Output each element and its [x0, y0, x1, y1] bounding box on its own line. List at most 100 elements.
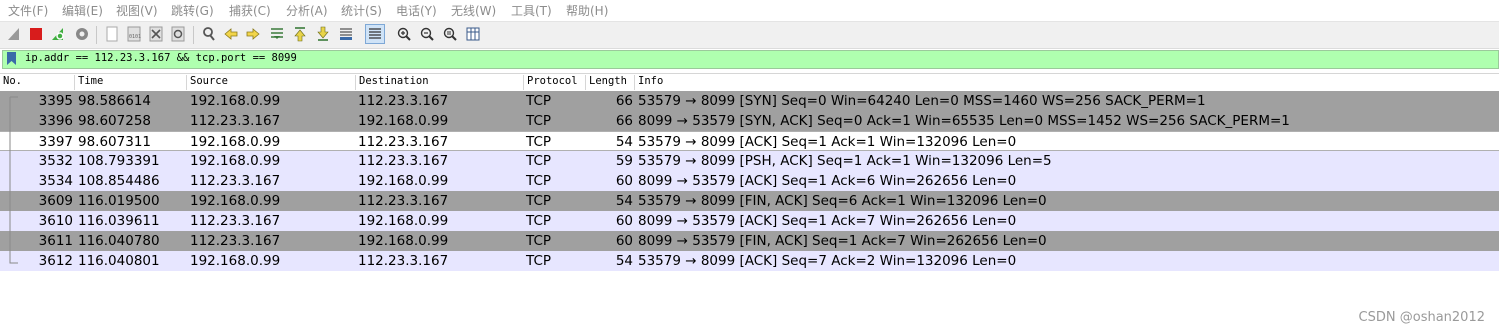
- packet-length: 66: [615, 113, 633, 129]
- packet-time: 116.019500: [78, 193, 160, 209]
- save-file-icon[interactable]: 0101: [125, 25, 143, 43]
- menu-capture[interactable]: 捕获(C): [229, 2, 271, 19]
- toolbar-separator: [96, 26, 97, 44]
- packet-source: 112.23.3.167: [190, 213, 281, 229]
- menu-tools[interactable]: 工具(T): [511, 2, 552, 19]
- column-protocol[interactable]: Protocol: [524, 75, 586, 90]
- column-no[interactable]: No.: [0, 75, 75, 90]
- forward-arrow-icon[interactable]: [244, 25, 262, 43]
- packet-time: 108.793391: [78, 153, 160, 169]
- menu-telephony[interactable]: 电话(Y): [396, 2, 437, 19]
- packet-list-header: No. Time Source Destination Protocol Len…: [0, 73, 1499, 92]
- watermark: CSDN @oshan2012: [1358, 310, 1485, 325]
- packet-row[interactable]: 3610 116.039611 112.23.3.167 192.168.0.99 TC…: [0, 211, 1499, 231]
- svg-text:0101: 0101: [129, 34, 141, 40]
- packet-destination: 112.23.3.167: [358, 153, 449, 169]
- packet-length: 54: [615, 253, 633, 269]
- reload-icon[interactable]: [169, 25, 187, 43]
- packet-source: 192.168.0.99: [190, 93, 281, 109]
- packet-time: 98.607258: [78, 113, 152, 129]
- last-packet-icon[interactable]: [314, 25, 332, 43]
- packet-length: 60: [615, 173, 633, 189]
- conversation-tree-icon: [9, 96, 18, 264]
- packet-time: 98.607311: [78, 134, 152, 150]
- packet-protocol: TCP: [526, 253, 552, 269]
- packet-protocol: TCP: [526, 93, 552, 109]
- packet-info: 53579 → 8099 [SYN] Seq=0 Win=64240 Len=0…: [638, 93, 1206, 109]
- stop-square-icon[interactable]: [27, 25, 45, 43]
- packet-destination: 112.23.3.167: [358, 193, 449, 209]
- packet-protocol: TCP: [526, 153, 552, 169]
- packet-protocol: TCP: [526, 173, 552, 189]
- column-destination[interactable]: Destination: [356, 75, 524, 90]
- packet-length: 60: [615, 213, 633, 229]
- packet-length: 60: [615, 233, 633, 249]
- menu-edit[interactable]: 编辑(E): [62, 2, 103, 19]
- packet-destination: 192.168.0.99: [358, 213, 449, 229]
- menu-wireless[interactable]: 无线(W): [451, 2, 496, 19]
- packet-source: 192.168.0.99: [190, 193, 281, 209]
- packet-destination: 112.23.3.167: [358, 253, 449, 269]
- colorize-icon[interactable]: [365, 24, 385, 44]
- packet-row[interactable]: 3611 116.040780 112.23.3.167 192.168.0.99 TC…: [0, 231, 1499, 251]
- packet-row[interactable]: 3612 116.040801 192.168.0.99 112.23.3.167 TC…: [0, 251, 1499, 271]
- packet-row[interactable]: 3397 98.607311 192.168.0.99 112.23.3.167 TCP…: [0, 131, 1499, 151]
- normal-size-icon[interactable]: [441, 25, 459, 43]
- main-toolbar: 0101: [0, 21, 1499, 49]
- column-length[interactable]: Length: [586, 75, 635, 90]
- close-file-icon[interactable]: [147, 25, 165, 43]
- packet-row[interactable]: 3395 98.586614 192.168.0.99 112.23.3.167 TCP…: [0, 91, 1499, 111]
- column-source[interactable]: Source: [187, 75, 356, 90]
- zoom-out-icon[interactable]: [418, 25, 436, 43]
- display-filter-input[interactable]: ip.addr == 112.23.3.167 && tcp.port == 8…: [25, 52, 297, 64]
- packet-info: 53579 → 8099 [FIN, ACK] Seq=6 Ack=1 Win=…: [638, 193, 1047, 209]
- packet-length: 59: [615, 153, 633, 169]
- packet-row[interactable]: 3534 108.854486 112.23.3.167 192.168.0.99 TC…: [0, 171, 1499, 191]
- autoscroll-icon[interactable]: [337, 25, 355, 43]
- bookmark-icon[interactable]: [7, 52, 16, 65]
- packet-info: 53579 → 8099 [ACK] Seq=1 Ack=1 Win=13209…: [638, 134, 1017, 150]
- packet-time: 116.040780: [78, 233, 160, 249]
- packet-time: 116.039611: [78, 213, 160, 229]
- packet-source: 192.168.0.99: [190, 253, 281, 269]
- packet-info: 8099 → 53579 [ACK] Seq=1 Ack=7 Win=26265…: [638, 213, 1017, 229]
- packet-protocol: TCP: [526, 213, 552, 229]
- back-arrow-icon[interactable]: [222, 25, 240, 43]
- menu-view[interactable]: 视图(V): [116, 2, 158, 19]
- packet-source: 192.168.0.99: [190, 134, 281, 150]
- packet-length: 66: [615, 93, 633, 109]
- zoom-in-icon[interactable]: [395, 25, 413, 43]
- packet-time: 116.040801: [78, 253, 160, 269]
- packet-protocol: TCP: [526, 193, 552, 209]
- packet-info: 8099 → 53579 [FIN, ACK] Seq=1 Ack=7 Win=…: [638, 233, 1047, 249]
- packet-info: 8099 → 53579 [ACK] Seq=1 Ack=6 Win=26265…: [638, 173, 1017, 189]
- packet-destination: 192.168.0.99: [358, 173, 449, 189]
- display-filter-bar[interactable]: ip.addr == 112.23.3.167 && tcp.port == 8…: [2, 50, 1499, 69]
- packet-row[interactable]: 3532 108.793391 192.168.0.99 112.23.3.167 TC…: [0, 151, 1499, 171]
- menu-statistics[interactable]: 统计(S): [341, 2, 382, 19]
- menu-bar: 文件(F) 编辑(E) 视图(V) 跳转(G) 捕获(C) 分析(A) 统计(S…: [0, 0, 1499, 20]
- packet-row[interactable]: 3396 98.607258 112.23.3.167 192.168.0.99 TCP…: [0, 111, 1499, 131]
- go-to-packet-icon[interactable]: [268, 25, 286, 43]
- packet-length: 54: [615, 134, 633, 150]
- toolbar-separator: [193, 26, 194, 44]
- capture-options-gear-icon[interactable]: [73, 25, 91, 43]
- column-time[interactable]: Time: [75, 75, 187, 90]
- menu-analyze[interactable]: 分析(A): [286, 2, 328, 19]
- first-packet-icon[interactable]: [291, 25, 309, 43]
- packet-source: 112.23.3.167: [190, 173, 281, 189]
- shark-fin-start-icon[interactable]: [5, 25, 23, 43]
- packet-row[interactable]: 3609 116.019500 192.168.0.99 112.23.3.167 TC…: [0, 191, 1499, 211]
- column-info[interactable]: Info: [635, 75, 1499, 90]
- packet-destination: 192.168.0.99: [358, 233, 449, 249]
- open-file-icon[interactable]: [103, 25, 121, 43]
- menu-go[interactable]: 跳转(G): [171, 2, 214, 19]
- restart-shark-icon[interactable]: [49, 25, 67, 43]
- menu-help[interactable]: 帮助(H): [566, 2, 608, 19]
- resize-columns-icon[interactable]: [464, 25, 482, 43]
- packet-source: 112.23.3.167: [190, 233, 281, 249]
- packet-protocol: TCP: [526, 134, 552, 150]
- menu-file[interactable]: 文件(F): [8, 2, 48, 19]
- packet-protocol: TCP: [526, 113, 552, 129]
- find-packet-icon[interactable]: [200, 25, 218, 43]
